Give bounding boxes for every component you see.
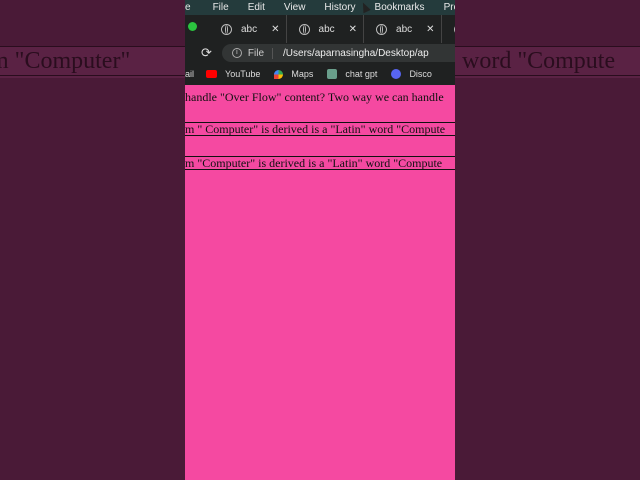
tab-label: abc — [318, 23, 335, 35]
bookmarks-bar: ail YouTube Maps chat gpt Disco — [185, 63, 455, 85]
menu-view[interactable]: View — [284, 2, 306, 13]
bookmark-discord[interactable]: Disco — [391, 69, 432, 79]
maps-icon — [274, 69, 284, 79]
close-icon[interactable]: ✕ — [349, 24, 357, 35]
close-icon[interactable]: ✕ — [271, 24, 279, 35]
site-info-label[interactable]: File — [248, 47, 274, 59]
globe-icon — [376, 23, 388, 35]
menu-app[interactable]: e — [185, 2, 191, 13]
menu-file[interactable]: File — [213, 2, 229, 13]
address-toolbar: ⟳ i File /Users/aparnasingha/Desktop/ap — [185, 43, 455, 63]
page-content: handle "Over Flow" content? Two way we c… — [185, 85, 455, 480]
bookmark-chat-gpt[interactable]: chat gpt — [327, 69, 377, 79]
reload-icon[interactable]: ⟳ — [201, 45, 212, 61]
address-bar[interactable]: i File /Users/aparnasingha/Desktop/ap — [221, 44, 455, 62]
mac-menubar: e File Edit View History Bookmarks Pro — [185, 0, 455, 15]
window-maximize-button[interactable] — [188, 21, 197, 31]
tab-strip: abc ✕ abc ✕ abc ✕ a — [185, 15, 455, 43]
chatgpt-icon — [327, 69, 338, 79]
url-text[interactable]: /Users/aparnasingha/Desktop/ap — [283, 48, 429, 59]
overflow-box-1: m " Computer" is derived is a "Latin" wo… — [185, 122, 455, 136]
menu-history[interactable]: History — [324, 2, 355, 13]
menu-bookmarks[interactable]: Bookmarks — [375, 2, 425, 13]
mouse-cursor-icon — [359, 0, 371, 14]
bookmark-label: Disco — [409, 69, 432, 79]
tab-label: abc — [241, 23, 258, 35]
overflow-box-2: m "Computer" is derived is a "Latin" wor… — [185, 156, 455, 170]
bookmark-label: ail — [185, 69, 195, 79]
menu-edit[interactable]: Edit — [248, 2, 265, 13]
globe-icon — [453, 23, 455, 35]
info-icon[interactable]: i — [231, 48, 242, 58]
intro-text: handle "Over Flow" content? Two way we c… — [185, 90, 444, 104]
bookmark-maps[interactable]: Maps — [274, 69, 313, 79]
tab-abc-2[interactable]: abc ✕ — [287, 15, 365, 43]
youtube-icon — [206, 70, 218, 78]
browser-window: e File Edit View History Bookmarks Pro a… — [185, 0, 455, 480]
menu-profiles[interactable]: Pro — [444, 2, 455, 13]
background-text-right: word "Compute — [462, 48, 616, 74]
globe-icon — [298, 23, 310, 35]
bookmark-label: YouTube — [225, 69, 261, 79]
close-icon[interactable]: ✕ — [426, 24, 434, 35]
bookmark-label: chat gpt — [345, 69, 378, 79]
globe-icon — [221, 23, 232, 35]
tab-label: abc — [396, 23, 413, 35]
tab-abc-4[interactable]: a — [442, 15, 455, 43]
background-text-left: m "Computer" — [0, 48, 131, 74]
bookmark-mail[interactable]: ail — [185, 69, 194, 79]
tab-abc-3[interactable]: abc ✕ — [364, 15, 442, 43]
bookmark-youtube[interactable]: YouTube — [206, 69, 260, 79]
tab-abc-1[interactable]: abc ✕ — [209, 15, 287, 43]
bookmark-label: Maps — [291, 69, 314, 79]
discord-icon — [391, 69, 402, 79]
